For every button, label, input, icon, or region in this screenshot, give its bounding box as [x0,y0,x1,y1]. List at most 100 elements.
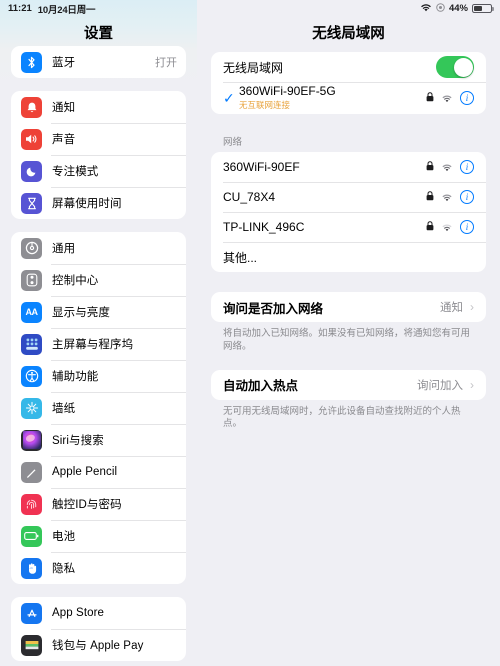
ipad-settings-screen: 11:21 10月24日周一 44% 设置 蓝牙 打开 通知 声音 专注模式 屏幕使用时间… [0,0,500,666]
sidebar-item-label: 通知 [52,102,76,114]
sidebar-item-focus[interactable]: 专注模式 [11,155,186,187]
ask-to-join-footnote: 将自动加入已知网络。如果没有已知网络，将通知您有可用网络。 [223,328,471,352]
wifi-toggle-label: 无线局域网 [223,60,284,75]
lock-icon [426,220,434,234]
other-network-label: 其他... [223,250,258,265]
moon-icon [21,160,42,182]
sidebar-item-label: Siri与搜索 [52,435,104,447]
touch-id-icon [21,493,42,515]
sidebar-item-apple-pencil[interactable]: Apple Pencil [11,456,186,488]
network-row[interactable]: CU_78X4 i [211,182,486,212]
aa-icon: AA [21,301,42,323]
home-screen-icon [21,333,42,355]
networks-section-header: 网络 [223,137,243,148]
detail-scroll-area[interactable]: 无线局域网 ✓ 360WiFi-90EF-5G 无互联网连接 i 网络 360W… [197,52,500,666]
sidebar-item-label: 墙纸 [52,403,76,415]
sidebar-item-label: 专注模式 [52,166,99,178]
sidebar-item-battery[interactable]: 电池 [11,520,186,552]
sliders-icon [21,269,42,291]
toggle-knob [453,57,473,77]
bell-icon [21,96,42,118]
sidebar-item-display-brightness[interactable]: AA 显示与亮度 [11,296,186,328]
lock-icon [426,91,434,105]
ask-to-join-group: 询问是否加入网络 通知 › [211,292,486,322]
sidebar-item-label: 隐私 [52,563,76,575]
lock-icon [426,190,434,204]
sidebar-item-privacy[interactable]: 隐私 [11,552,186,584]
sidebar-item-label: 电池 [52,531,76,543]
network-name: 360WiFi-90EF [223,160,300,174]
battery-green-icon [21,525,42,547]
sidebar-item-general[interactable]: 通用 [11,232,186,264]
connected-network-row[interactable]: ✓ 360WiFi-90EF-5G 无互联网连接 i [211,82,486,114]
auto-join-hotspot-value: 询问加入 [417,379,463,392]
sidebar-item-touch-id[interactable]: 触控ID与密码 [11,488,186,520]
sidebar-item-label: 触控ID与密码 [52,499,122,511]
sidebar-item-label: 辅助功能 [52,371,99,383]
network-row[interactable]: TP-LINK_496C i [211,212,486,242]
sidebar-item-label: 主屏幕与程序坞 [52,339,134,351]
sidebar-title: 设置 [84,25,113,42]
sidebar-group-3: App Store 钱包与 Apple Pay [11,597,186,661]
sidebar-group-2: 通用控制中心 AA 显示与亮度主屏幕与程序坞 辅助功能墙纸 Siri与搜索 Apple P… [11,232,186,584]
sidebar-item-wallpaper[interactable]: 墙纸 [11,392,186,424]
ask-to-join-row[interactable]: 询问是否加入网络 通知 › [211,292,486,322]
connected-network-name: 360WiFi-90EF-5G [239,84,336,99]
sidebar-item-bluetooth[interactable]: 蓝牙 打开 [11,46,186,78]
ask-to-join-label: 询问是否加入网络 [223,301,324,316]
sidebar-item-notifications[interactable]: 通知 [11,91,186,123]
network-info-button[interactable]: i [460,220,474,234]
sidebar-item-value: 打开 [155,57,177,69]
auto-join-hotspot-row[interactable]: 自动加入热点 询问加入 › [211,370,486,400]
sidebar-item-label: 通用 [52,243,76,255]
auto-join-hotspot-group: 自动加入热点 询问加入 › [211,369,486,400]
chevron-right-icon: › [470,300,474,314]
network-info-button[interactable]: i [460,160,474,174]
network-row-accessories: i [426,220,474,234]
wifi-toggle-switch[interactable] [436,56,474,78]
sidebar-item-label: App Store [52,607,105,619]
sidebar-item-screen-time[interactable]: 屏幕使用时间 [11,187,186,219]
connected-network-status: 无互联网连接 [239,99,291,110]
wifi-signal-icon [441,223,453,232]
wallpaper-icon [21,397,42,419]
auto-join-hotspot-footnote: 无可用无线局域网时，允许此设备自动查找附近的个人热点。 [223,405,461,430]
speaker-icon [21,128,42,150]
network-row-accessories: i [426,190,474,204]
network-row[interactable]: 360WiFi-90EF i [211,152,486,182]
app-store-icon [21,602,42,624]
sidebar-scroll-area[interactable]: 蓝牙 打开通知声音专注模式屏幕使用时间 通用控制中心 AA 显示与亮度主屏幕与程序坞 辅助… [0,46,197,666]
wallet-icon [21,634,42,656]
wifi-signal-icon [441,94,453,103]
network-info-button[interactable]: i [460,91,474,105]
network-row-accessories: i [426,160,474,174]
sidebar-item-label: 屏幕使用时间 [52,198,122,210]
wifi-toggle-row[interactable]: 无线局域网 [211,52,486,82]
bluetooth-icon [21,51,42,73]
ask-to-join-value: 通知 [440,302,463,314]
sidebar-item-app-store[interactable]: App Store [11,597,186,629]
gear-icon [21,237,42,259]
sidebar-item-home-screen[interactable]: 主屏幕与程序坞 [11,328,186,360]
sidebar-item-label: 钱包与 Apple Pay [52,640,144,652]
wifi-signal-icon [441,163,453,172]
wifi-main-group: 无线局域网 ✓ 360WiFi-90EF-5G 无互联网连接 i [211,52,486,114]
sidebar-item-label: Apple Pencil [52,466,118,478]
sidebar-item-label: 声音 [52,134,76,146]
hand-icon [21,557,42,579]
sidebar-item-label: 控制中心 [52,275,99,287]
network-name: CU_78X4 [223,190,276,204]
sidebar-group-0: 蓝牙 打开 [11,46,186,78]
sidebar-item-sounds[interactable]: 声音 [11,123,186,155]
sidebar-item-accessibility[interactable]: 辅助功能 [11,360,186,392]
sidebar-item-wallet[interactable]: 钱包与 Apple Pay [11,629,186,661]
chevron-right-icon: › [470,377,474,392]
page-title: 无线局域网 [312,25,385,42]
network-info-button[interactable]: i [460,190,474,204]
other-network-row[interactable]: 其他... [211,242,486,272]
sidebar-item-control-center[interactable]: 控制中心 [11,264,186,296]
sidebar-item-siri[interactable]: Siri与搜索 [11,424,186,456]
wifi-signal-icon [441,193,453,202]
pencil-icon [21,461,42,483]
sidebar-group-1: 通知声音专注模式屏幕使用时间 [11,91,186,219]
